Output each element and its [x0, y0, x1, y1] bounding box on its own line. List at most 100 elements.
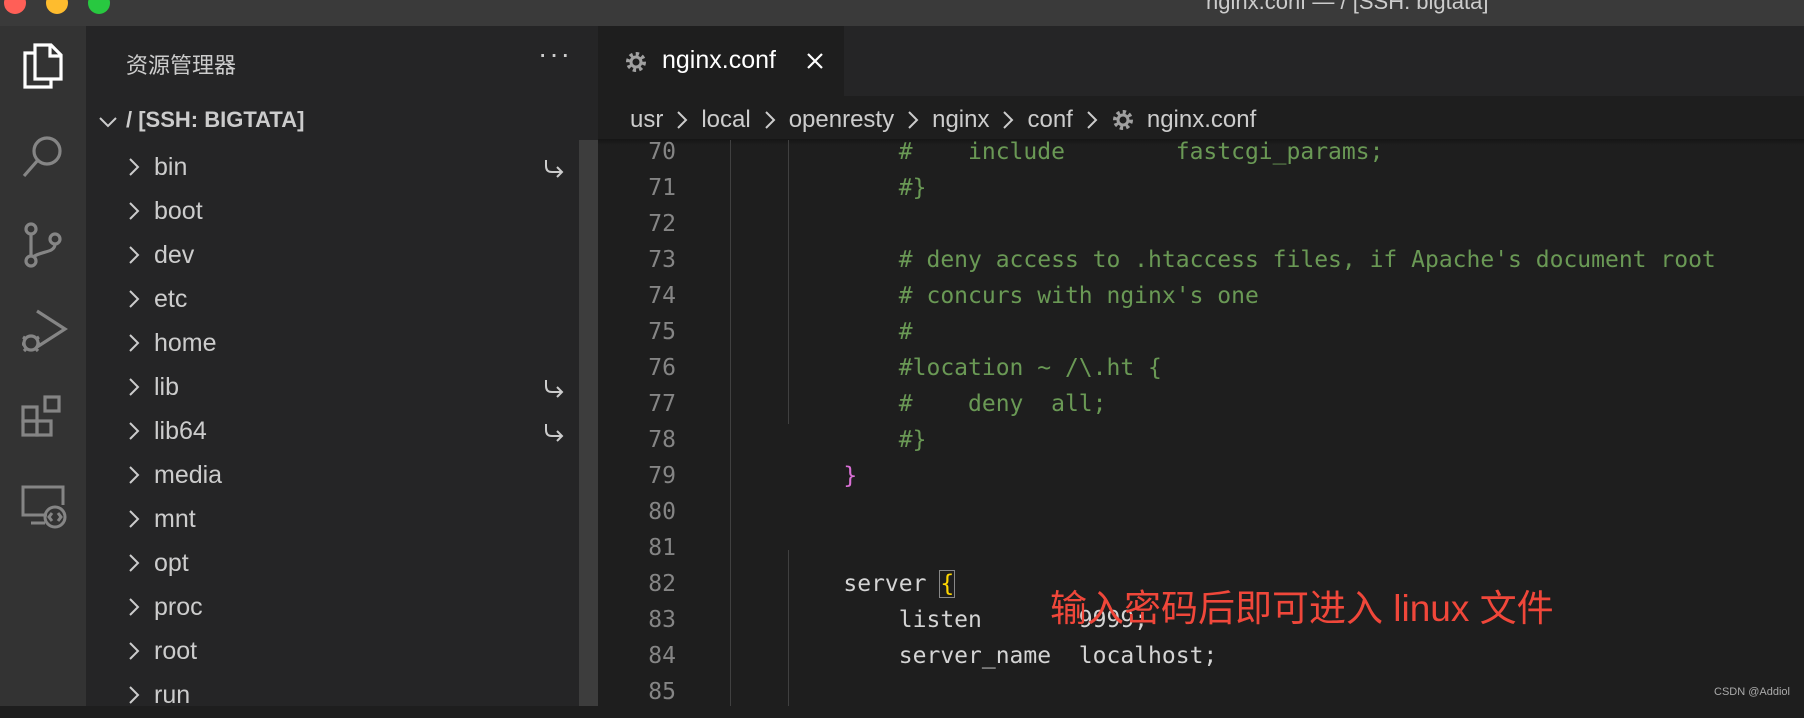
tree-item-bin[interactable]: bin: [86, 146, 598, 190]
breadcrumb-item-local[interactable]: local: [701, 106, 750, 134]
workspace-root[interactable]: / [SSH: BIGTATA]: [86, 102, 598, 142]
explorer-button[interactable]: [0, 30, 86, 100]
tree-item-mnt[interactable]: mnt: [86, 498, 598, 542]
chevron-right-icon: [129, 246, 140, 264]
close-window-button[interactable]: [4, 0, 26, 14]
line-number: 84: [648, 643, 676, 669]
breadcrumb-item-usr[interactable]: usr: [630, 106, 663, 134]
tab-nginx-conf[interactable]: nginx.conf: [598, 26, 844, 96]
close-icon[interactable]: [804, 50, 826, 72]
code-line: 77 # deny all;: [598, 386, 1804, 422]
more-actions-button[interactable]: ···: [538, 38, 572, 70]
tree-item-opt[interactable]: opt: [86, 542, 598, 586]
line-text: # deny all;: [788, 391, 1107, 417]
chevron-right-icon: [129, 686, 140, 704]
line-text: #: [788, 319, 913, 345]
maximize-window-button[interactable]: [88, 0, 110, 14]
tree-item-label: lib64: [154, 417, 207, 445]
line-number: 83: [648, 607, 676, 633]
run-debug-icon: [22, 309, 68, 353]
search-button[interactable]: [0, 122, 86, 192]
line-number: 81: [648, 535, 676, 561]
editor-area: nginx.conf usr local openresty nginx con…: [598, 26, 1804, 706]
code-line: 72: [598, 206, 1804, 242]
code-line: 78 #}: [598, 422, 1804, 458]
chevron-right-icon: [129, 378, 140, 396]
extensions-icon: [21, 395, 61, 437]
line-number: 72: [648, 211, 676, 237]
tree-item-label: root: [154, 637, 198, 665]
line-text: #}: [788, 427, 927, 453]
code-line: 73 # deny access to .htaccess files, if …: [598, 242, 1804, 278]
breadcrumb-item-nginx[interactable]: nginx: [932, 106, 989, 134]
minimize-window-button[interactable]: [46, 0, 68, 14]
tree-item-media[interactable]: media: [86, 454, 598, 498]
watermark: CSDN @Addiol: [1714, 686, 1790, 698]
breadcrumb-item-file[interactable]: nginx.conf: [1147, 106, 1256, 134]
breadcrumb-item-conf[interactable]: conf: [1027, 106, 1072, 134]
chevron-right-icon: [129, 158, 140, 176]
chevron-right-icon: [129, 642, 140, 660]
breadcrumb-item-openresty[interactable]: openresty: [789, 106, 894, 134]
sidebar-scrollbar[interactable]: [579, 140, 598, 706]
breadcrumb: usr local openresty nginx conf nginx.con…: [630, 102, 1256, 138]
tree-item-label: proc: [154, 593, 203, 621]
title-bar: nginx.conf — / [SSH: bigtata]: [0, 0, 1804, 26]
code-line: 76 #location ~ /\.ht {: [598, 350, 1804, 386]
tree-item-label: home: [154, 329, 217, 357]
tree-item-label: lib: [154, 373, 180, 401]
chevron-right-icon: [129, 202, 140, 220]
symlink-icon: [545, 424, 564, 442]
extensions-button[interactable]: [0, 382, 86, 452]
explorer-icon: [23, 43, 63, 89]
tree-item-label: media: [154, 461, 223, 489]
code-line: 79 }: [598, 458, 1804, 494]
tree-item-run[interactable]: run: [86, 674, 598, 718]
tree-item-label: bin: [154, 153, 188, 181]
tree-item-lib64[interactable]: lib64: [86, 410, 598, 454]
chevron-right-icon: [129, 290, 140, 308]
explorer-sidebar: 资源管理器 ··· / [SSH: BIGTATA] bin boot dev etc…: [86, 26, 598, 709]
line-number: 79: [648, 463, 676, 489]
tree-item-etc[interactable]: etc: [86, 278, 598, 322]
chevron-right-icon: [764, 111, 776, 129]
tree-item-home[interactable]: home: [86, 322, 598, 366]
tree-item-dev[interactable]: dev: [86, 234, 598, 278]
source-control-button[interactable]: [0, 210, 86, 280]
tree-item-root[interactable]: root: [86, 630, 598, 674]
code-editor[interactable]: 70 # include fastcgi_params; 71 #} 72 73 # …: [598, 140, 1804, 706]
chevron-right-icon: [129, 334, 140, 352]
line-text: # include fastcgi_params;: [788, 140, 1384, 165]
tree-item-label: opt: [154, 549, 189, 577]
annotation-text: 输入密码后即可进入 linux 文件: [1050, 588, 1554, 629]
tree-item-label: etc: [154, 285, 188, 313]
activity-bar: [0, 26, 86, 706]
line-number: 85: [648, 679, 676, 705]
line-number: 77: [648, 391, 676, 417]
line-number: 70: [648, 140, 676, 165]
chevron-right-icon: [908, 111, 919, 129]
line-text: # concurs with nginx's one: [788, 283, 1259, 309]
tab-label: nginx.conf: [662, 46, 776, 74]
line-number: 74: [648, 283, 676, 309]
chevron-right-icon: [677, 111, 688, 129]
chevron-right-icon: [129, 510, 140, 528]
tree-item-boot[interactable]: boot: [86, 190, 598, 234]
tree-item-label: dev: [154, 241, 195, 269]
remote-explorer-button[interactable]: [0, 470, 86, 540]
code-line: 85: [598, 674, 1804, 706]
code-line: 70 # include fastcgi_params;: [598, 140, 1804, 170]
open-brace: {: [939, 570, 956, 598]
tree-item-lib[interactable]: lib: [86, 366, 598, 410]
code-line: 80: [598, 494, 1804, 530]
run-debug-button[interactable]: [0, 296, 86, 366]
line-text: #location ~ /\.ht {: [788, 355, 1162, 381]
line-text: # deny access to .htaccess files, if Apa…: [788, 247, 1716, 273]
line-text: #}: [788, 175, 927, 201]
code-line: 81: [598, 530, 1804, 566]
tree-item-proc[interactable]: proc: [86, 586, 598, 630]
line-text: }: [788, 463, 858, 489]
chevron-right-icon: [129, 598, 140, 616]
symlink-icon: [545, 160, 564, 178]
gear-icon: [1112, 110, 1133, 130]
